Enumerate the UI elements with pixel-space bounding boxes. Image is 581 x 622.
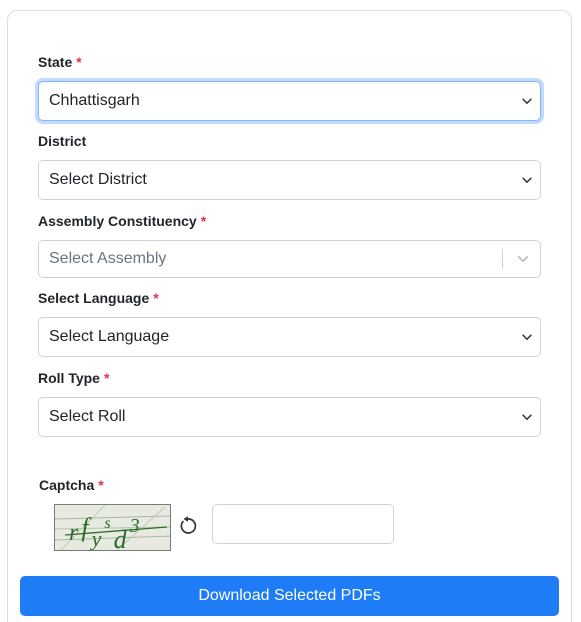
district-label: District — [38, 133, 87, 149]
captcha-required-mark: * — [98, 477, 104, 493]
state-label: State * — [38, 54, 82, 70]
assembly-select[interactable]: Select Assembly — [38, 240, 541, 278]
roll-type-required-mark: * — [103, 370, 110, 386]
roll-type-select-value: Select Roll — [49, 408, 126, 425]
chevron-down-icon — [522, 334, 532, 340]
language-select-value: Select Language — [49, 328, 170, 345]
state-required-mark: * — [76, 54, 82, 70]
chevron-down-icon — [522, 414, 532, 420]
assembly-select-placeholder: Select Assembly — [49, 250, 167, 267]
captcha-image: r f ysd 3 — [54, 504, 171, 551]
refresh-icon[interactable] — [177, 515, 199, 537]
captcha-image-drawing: r f ysd 3 — [55, 505, 170, 550]
roll-type-select[interactable]: Select Roll — [38, 397, 541, 437]
language-label: Select Language * — [38, 290, 159, 306]
state-select[interactable]: Chhattisgarh — [38, 81, 541, 121]
language-required-mark: * — [153, 290, 159, 306]
state-select-value: Chhattisgarh — [49, 92, 140, 109]
chevron-down-icon — [522, 98, 532, 104]
roll-type-label: Roll Type * — [38, 370, 110, 386]
download-selected-pdfs-button[interactable]: Download Selected PDFs — [20, 576, 559, 616]
assembly-required-mark: * — [200, 213, 207, 229]
district-select-value: Select District — [49, 171, 147, 188]
district-select[interactable]: Select District — [38, 160, 541, 200]
captcha-input[interactable] — [212, 504, 394, 544]
language-select[interactable]: Select Language — [38, 317, 541, 357]
chevron-down-icon — [522, 177, 532, 183]
chevron-down-icon[interactable] — [516, 252, 530, 266]
assembly-select-separator — [502, 249, 503, 269]
assembly-label: Assembly Constituency * — [38, 213, 207, 229]
captcha-label: Captcha * — [39, 477, 104, 493]
